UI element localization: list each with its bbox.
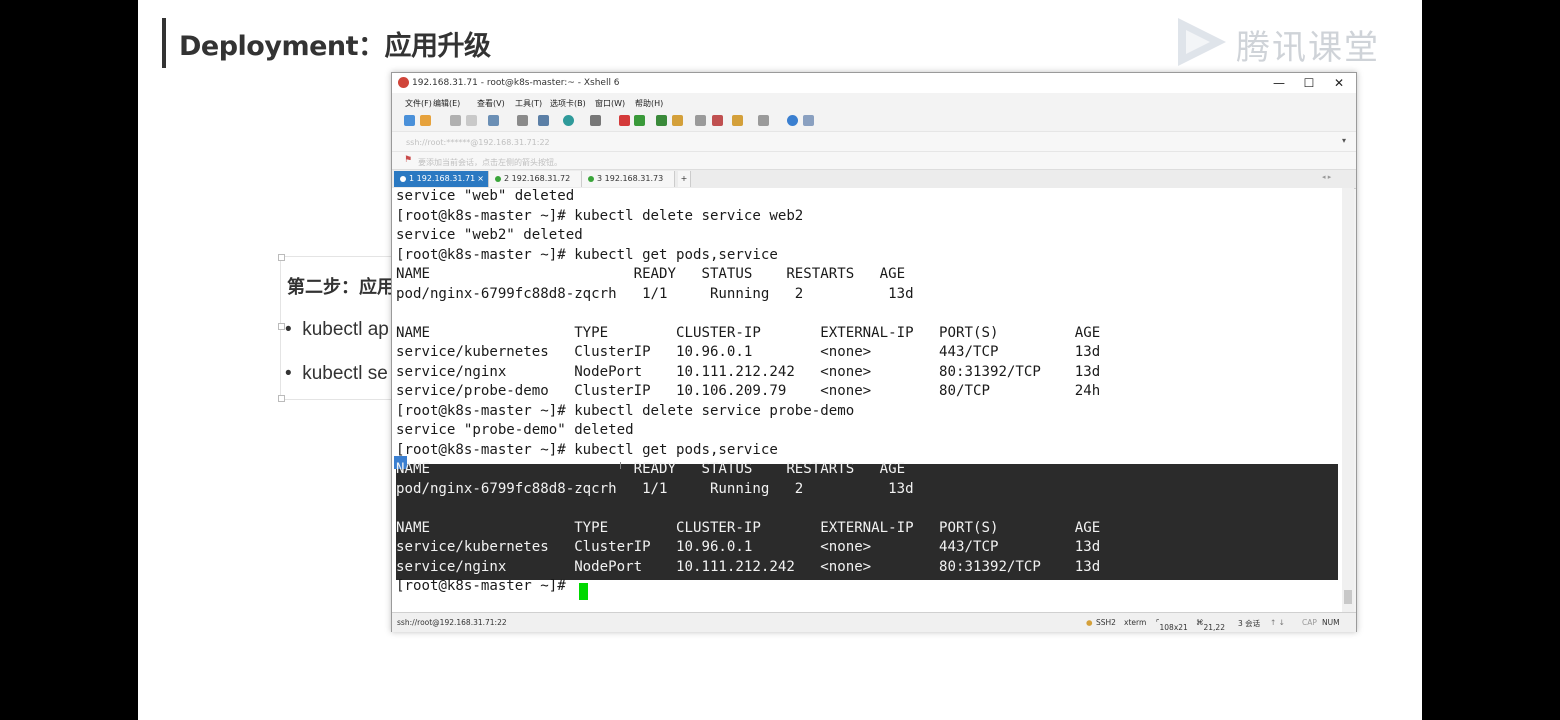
fullscreen-icon[interactable] bbox=[656, 115, 667, 126]
terminal-area[interactable]: I service "web" deleted [root@k8s-master … bbox=[392, 188, 1342, 612]
properties-icon[interactable] bbox=[538, 115, 549, 126]
terminal-line: service/nginx NodePort 10.111.212.242 <n… bbox=[396, 363, 1101, 380]
status-dot-icon bbox=[400, 175, 406, 182]
terminal-scrollbar[interactable] bbox=[1342, 188, 1354, 612]
resize-handle bbox=[278, 395, 285, 402]
session-tabs: 1 192.168.31.71 × 2 192.168.31.72 3 192.… bbox=[392, 169, 1356, 189]
status-bar: ssh://root@192.168.31.71:22 ● SSH2 xterm… bbox=[392, 612, 1356, 632]
font-icon[interactable] bbox=[590, 115, 601, 126]
terminal-line: NAME READY STATUS RESTARTS AGE bbox=[396, 461, 906, 477]
chat-icon[interactable] bbox=[803, 115, 814, 126]
terminal-line: NAME READY STATUS RESTARTS AGE bbox=[396, 266, 906, 282]
status-position: ⌘ 21,22 bbox=[1196, 618, 1225, 632]
bullet-line-1: • kubectl ap bbox=[285, 319, 389, 340]
terminal-line: service/probe-demo ClusterIP 10.106.209.… bbox=[396, 383, 1101, 399]
status-num: NUM bbox=[1322, 618, 1340, 627]
disconnect-icon[interactable] bbox=[466, 115, 477, 126]
bookmark-icon: ⚑ bbox=[404, 155, 413, 165]
menu-help[interactable]: 帮助(H) bbox=[635, 98, 663, 109]
scrollbar-thumb[interactable] bbox=[1344, 590, 1352, 604]
terminal-line: service "web2" deleted bbox=[396, 227, 583, 243]
new-session-icon[interactable] bbox=[404, 115, 415, 126]
keyboard-icon[interactable] bbox=[695, 115, 706, 126]
globe-icon[interactable] bbox=[563, 115, 574, 126]
logo-play-icon bbox=[1178, 18, 1226, 66]
status-protocol: SSH2 bbox=[1096, 618, 1116, 627]
menu-file[interactable]: 文件(F) bbox=[405, 98, 432, 109]
tab-close-icon[interactable]: × bbox=[477, 171, 484, 187]
step-heading: 第二步：应用 bbox=[287, 277, 395, 297]
layout-icon[interactable] bbox=[732, 115, 743, 126]
status-connection: ssh://root@192.168.31.71:22 bbox=[397, 618, 507, 627]
menu-edit[interactable]: 编辑(E) bbox=[433, 98, 460, 109]
slide-title: Deployment：应用升级 bbox=[179, 31, 491, 62]
transfer-icon[interactable] bbox=[634, 115, 645, 126]
window-title: 192.168.31.71 - root@k8s-master:~ - Xshe… bbox=[412, 78, 620, 88]
status-dot-icon bbox=[588, 175, 594, 182]
menu-tabs[interactable]: 选项卡(B) bbox=[550, 98, 586, 109]
terminal-line: pod/nginx-6799fc88d8-zqcrh 1/1 Running 2… bbox=[396, 285, 914, 302]
script-icon[interactable] bbox=[712, 115, 723, 126]
terminal-line: service/kubernetes ClusterIP 10.96.0.1 <… bbox=[396, 344, 1101, 360]
lock-icon: ● bbox=[1086, 618, 1093, 627]
title-accent-bar bbox=[162, 18, 166, 68]
tab-session-1[interactable]: 1 192.168.31.71 × bbox=[394, 171, 489, 187]
toolbar bbox=[392, 111, 1356, 131]
terminal-line: service/nginx NodePort 10.111.212.242 <n… bbox=[396, 558, 1101, 575]
terminal-line: service "web" deleted bbox=[396, 188, 575, 204]
address-bar[interactable]: ssh://root:******@192.168.31.71:22 ▾ bbox=[392, 131, 1356, 152]
lock-icon[interactable] bbox=[672, 115, 683, 126]
status-sessions: 3 会话 bbox=[1238, 619, 1261, 628]
session-hint-bar: ⚑ 要添加当前会话，点击左侧的箭头按钮。 bbox=[392, 151, 1356, 170]
xftp-icon[interactable] bbox=[619, 115, 630, 126]
terminal-line: [root@k8s-master ~]# kubectl delete serv… bbox=[396, 207, 804, 224]
copy-icon[interactable] bbox=[488, 115, 499, 126]
tab-scroll-icon[interactable]: ◂ ▸ bbox=[1322, 173, 1331, 181]
terminal-line: [root@k8s-master ~]# kubectl delete serv… bbox=[396, 402, 855, 419]
terminal-line: pod/nginx-6799fc88d8-zqcrh 1/1 Running 2… bbox=[396, 480, 914, 497]
menu-window[interactable]: 窗口(W) bbox=[595, 98, 625, 109]
menu-bar: 文件(F) 编辑(E) 查看(V) 工具(T) 选项卡(B) 窗口(W) 帮助(… bbox=[392, 95, 1356, 111]
terminal-cursor bbox=[579, 583, 588, 600]
xshell-window: 192.168.31.71 - root@k8s-master:~ - Xshe… bbox=[391, 72, 1357, 632]
tile-icon[interactable] bbox=[758, 115, 769, 126]
tab-session-3[interactable]: 3 192.168.31.73 bbox=[582, 171, 675, 187]
terminal-line: NAME TYPE CLUSTER-IP EXTERNAL-IP PORT(S)… bbox=[396, 324, 1101, 341]
address-dropdown-icon[interactable]: ▾ bbox=[1342, 136, 1346, 145]
hint-text: 要添加当前会话，点击左侧的箭头按钮。 bbox=[418, 158, 562, 167]
logo-text: 腾讯课堂 bbox=[1236, 28, 1380, 68]
add-tab-button[interactable]: + bbox=[678, 171, 691, 187]
resize-handle bbox=[278, 254, 285, 261]
terminal-line: service "probe-demo" deleted bbox=[396, 422, 634, 438]
maximize-button[interactable]: ☐ bbox=[1294, 75, 1324, 91]
find-icon[interactable] bbox=[517, 115, 528, 126]
resize-handle bbox=[278, 323, 285, 330]
terminal-line: [root@k8s-master ~]# kubectl get pods,se… bbox=[396, 441, 778, 458]
tencent-classroom-logo: 腾讯课堂 bbox=[1170, 14, 1385, 70]
tab-session-2[interactable]: 2 192.168.31.72 bbox=[489, 171, 582, 187]
menu-view[interactable]: 查看(V) bbox=[477, 98, 505, 109]
updown-icon: ↑ ↓ bbox=[1270, 618, 1285, 627]
status-size: ⌜ 108x21 bbox=[1156, 618, 1188, 632]
status-dot-icon bbox=[495, 175, 501, 182]
address-text: ssh://root:******@192.168.31.71:22 bbox=[406, 138, 550, 147]
minimize-button[interactable]: — bbox=[1264, 75, 1294, 91]
status-terminal-type: xterm bbox=[1124, 618, 1147, 627]
reconnect-icon[interactable] bbox=[450, 115, 461, 126]
xshell-app-icon bbox=[398, 77, 409, 88]
help-icon[interactable] bbox=[787, 115, 798, 126]
terminal-line: NAME TYPE CLUSTER-IP EXTERNAL-IP PORT(S)… bbox=[396, 519, 1101, 536]
close-button[interactable]: ✕ bbox=[1324, 75, 1354, 91]
open-folder-icon[interactable] bbox=[420, 115, 431, 126]
window-titlebar[interactable]: 192.168.31.71 - root@k8s-master:~ - Xshe… bbox=[392, 73, 1356, 93]
bullet-line-2: • kubectl se bbox=[285, 363, 388, 384]
status-caps: CAP bbox=[1302, 618, 1317, 627]
terminal-line: [root@k8s-master ~]# kubectl get pods,se… bbox=[396, 246, 778, 263]
terminal-line: [root@k8s-master ~]# bbox=[396, 578, 575, 594]
menu-tools[interactable]: 工具(T) bbox=[515, 98, 542, 109]
terminal-line: service/kubernetes ClusterIP 10.96.0.1 <… bbox=[396, 539, 1101, 555]
